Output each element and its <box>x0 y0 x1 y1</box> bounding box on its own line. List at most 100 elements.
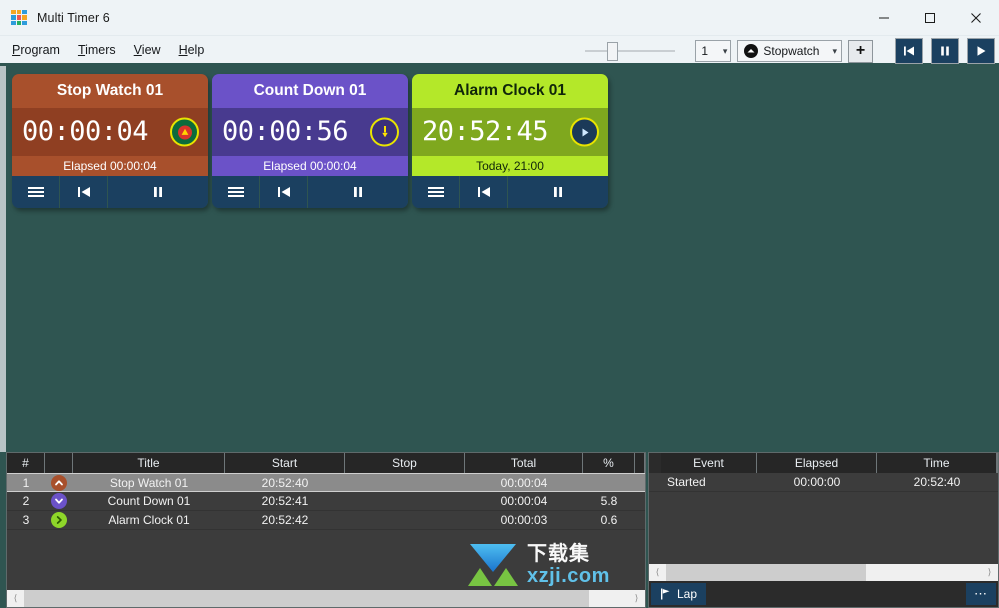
card-status-badge[interactable] <box>370 117 399 147</box>
flag-icon <box>661 588 670 600</box>
zoom-slider-track <box>585 50 676 52</box>
maximize-button[interactable] <box>907 0 953 36</box>
col-header-pct[interactable]: % <box>583 453 635 473</box>
card-reset-button[interactable] <box>460 176 508 208</box>
cell-title: Alarm Clock 01 <box>108 513 190 527</box>
cell-stop <box>345 474 465 491</box>
cell-pct <box>583 474 635 491</box>
timer-count-combo[interactable]: 1 ▾ <box>695 40 732 62</box>
card-reset-button[interactable] <box>60 176 108 208</box>
cell-title: Stop Watch 01 <box>109 475 189 490</box>
table-row[interactable]: 1 Stop Watch 01 20:52:40 00:00:04 <box>7 473 645 492</box>
zoom-slider-thumb[interactable] <box>607 42 619 61</box>
scroll-right-icon[interactable]: ⟩ <box>628 590 645 607</box>
start-all-button[interactable] <box>967 38 995 64</box>
timer-list-header: # Title Start Stop Total % <box>7 453 645 473</box>
cell-num: 3 <box>22 513 30 527</box>
card-title: Stop Watch 01 <box>12 74 208 108</box>
menu-timers[interactable]: Timers <box>78 43 116 57</box>
timer-card-stopwatch[interactable]: Stop Watch 01 00:00:04 Elapsed 00:00:04 <box>12 74 208 208</box>
col-header-event-spacer[interactable] <box>997 453 998 473</box>
application-window: Multi Timer 6 Program Timers View Help 1… <box>0 0 999 608</box>
hscroll-thumb[interactable] <box>666 564 866 581</box>
card-subtitle: Elapsed 00:00:04 <box>12 156 208 176</box>
table-row[interactable]: 3 Alarm Clock 01 20:52:42 00:00:03 0.6 <box>7 511 645 530</box>
col-header-icon[interactable] <box>45 453 73 473</box>
download-arrow-icon <box>468 544 518 586</box>
window-controls <box>861 0 999 36</box>
watermark-cn: 下载集 <box>527 543 590 565</box>
reset-all-button[interactable] <box>895 38 923 64</box>
stopwatch-circle-icon <box>744 44 759 58</box>
hscroll-thumb[interactable] <box>24 590 589 607</box>
cell-icon <box>45 492 73 510</box>
event-col-spacer <box>649 453 661 473</box>
menu-help[interactable]: Help <box>179 43 205 57</box>
card-time-display: 00:00:56 <box>222 115 349 147</box>
col-header-elapsed[interactable]: Elapsed <box>757 453 877 473</box>
card-controls <box>212 176 408 208</box>
menu-program[interactable]: Program <box>12 43 60 57</box>
scroll-right-icon[interactable]: ⟩ <box>981 564 998 581</box>
card-status-badge[interactable] <box>170 117 199 147</box>
scroll-left-icon[interactable]: ⟨ <box>649 564 666 581</box>
more-options-button[interactable]: ⋯ <box>966 583 996 605</box>
menu-help-rest: elp <box>187 42 205 57</box>
lap-button-label: Lap <box>677 587 698 601</box>
menu-toolbar-row: Program Timers View Help 1 ▾ Stopwatch ▾ <box>0 36 999 66</box>
menu-timers-rest: imers <box>85 42 116 57</box>
cell-title: Count Down 01 <box>107 494 191 508</box>
menu-view[interactable]: View <box>134 43 161 57</box>
cell-spacer <box>635 511 645 529</box>
card-pause-button[interactable] <box>308 176 408 208</box>
col-header-start[interactable]: Start <box>225 453 345 473</box>
card-controls <box>12 176 208 208</box>
timer-count-value: 1 <box>701 44 709 58</box>
scroll-left-icon[interactable]: ⟨ <box>7 590 24 607</box>
timer-type-combo[interactable]: Stopwatch ▾ <box>737 40 842 62</box>
toolbar: 1 ▾ Stopwatch ▾ + <box>585 36 995 66</box>
col-header-num[interactable]: # <box>7 453 45 473</box>
bottom-panels: # Title Start Stop Total % 1 Stop Watch … <box>0 452 999 608</box>
card-menu-button[interactable] <box>212 176 260 208</box>
cell-start: 20:52:42 <box>261 513 309 527</box>
event-log-body: Started 00:00:00 20:52:40 <box>649 473 998 564</box>
col-header-title[interactable]: Title <box>73 453 225 473</box>
card-reset-button[interactable] <box>260 176 308 208</box>
col-header-total[interactable]: Total <box>465 453 583 473</box>
cell-spacer <box>635 492 645 510</box>
zoom-slider[interactable] <box>585 41 676 61</box>
timer-list-panel: # Title Start Stop Total % 1 Stop Watch … <box>6 452 646 608</box>
timer-card-countdown[interactable]: Count Down 01 00:00:56 Elapsed 00:00:04 <box>212 74 408 208</box>
col-header-spacer[interactable] <box>635 453 645 473</box>
col-header-event[interactable]: Event <box>661 453 757 473</box>
card-menu-button[interactable] <box>412 176 460 208</box>
card-pause-button[interactable] <box>508 176 608 208</box>
add-timer-button[interactable]: + <box>848 39 873 63</box>
cell-elapsed: 00:00:00 <box>793 475 841 489</box>
card-status-badge[interactable] <box>570 117 599 147</box>
cell-num: 2 <box>22 494 30 508</box>
lap-button[interactable]: Lap <box>651 583 707 605</box>
minimize-button[interactable] <box>861 0 907 36</box>
cell-total: 00:00:04 <box>500 494 548 508</box>
event-log-hscrollbar[interactable]: ⟨ ⟩ <box>649 564 998 581</box>
close-button[interactable] <box>953 0 999 36</box>
cell-pct: 0.6 <box>600 513 618 527</box>
menu-view-rest: iew <box>141 42 161 57</box>
card-display-area: 00:00:56 <box>212 108 408 156</box>
col-header-stop[interactable]: Stop <box>345 453 465 473</box>
timer-card-alarm[interactable]: Alarm Clock 01 20:52:45 Today, 21:00 <box>412 74 608 208</box>
pause-all-button[interactable] <box>931 38 959 64</box>
timer-list-hscrollbar[interactable]: ⟨ ⟩ <box>7 590 645 607</box>
card-time-display: 00:00:04 <box>22 115 149 147</box>
card-subtitle: Today, 21:00 <box>412 156 608 176</box>
card-menu-button[interactable] <box>12 176 60 208</box>
table-row[interactable]: Started 00:00:00 20:52:40 <box>649 473 998 492</box>
col-header-time[interactable]: Time <box>877 453 997 473</box>
card-title: Alarm Clock 01 <box>412 74 608 108</box>
table-row[interactable]: 2 Count Down 01 20:52:41 00:00:04 5.8 <box>7 492 645 511</box>
event-log-footer: Lap ⋯ <box>649 581 998 607</box>
cell-stop <box>345 511 465 529</box>
card-pause-button[interactable] <box>108 176 208 208</box>
